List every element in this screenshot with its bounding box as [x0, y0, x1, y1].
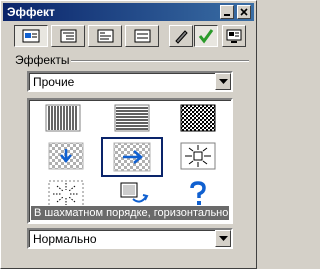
effect-box-out[interactable] — [172, 141, 224, 173]
section-divider — [71, 60, 249, 62]
effect-horizontal-blinds[interactable] — [106, 103, 158, 135]
effect-checkerboard-down[interactable] — [40, 141, 92, 173]
toolbar-button-check[interactable] — [194, 25, 218, 47]
dropdown-arrow-button[interactable] — [215, 230, 231, 247]
dissolve-icon — [180, 104, 216, 132]
toolbar-button-pen[interactable] — [169, 25, 193, 47]
slide-sorter-icon — [60, 29, 77, 43]
vertical-blinds-icon — [45, 104, 81, 132]
slide-layout-icon — [22, 29, 40, 43]
selected-effect-description: В шахматном порядке, горизонтально — [31, 206, 229, 220]
toolbar-button-slide-text[interactable] — [88, 25, 122, 47]
toolbar — [14, 25, 254, 51]
horizontal-blinds-icon — [114, 104, 150, 132]
effect-category-value: Прочие — [33, 75, 75, 89]
speed-select[interactable]: Нормально — [27, 228, 233, 249]
effect-checkerboard-across[interactable] — [101, 137, 163, 177]
toolbar-button-preview[interactable] — [222, 25, 246, 47]
speed-value: Нормально — [33, 232, 97, 246]
toolbar-button-slide-sorter[interactable] — [51, 25, 85, 47]
minimize-button[interactable] — [220, 5, 234, 19]
toolbar-button-slide-layout-alt[interactable] — [125, 25, 159, 47]
pen-tool-icon — [175, 30, 188, 44]
checkerboard-across-icon — [113, 142, 151, 172]
title-bar[interactable]: Эффект — [3, 3, 254, 21]
box-out-icon — [180, 142, 216, 170]
effects-section-label: Эффекты — [15, 53, 70, 67]
slide-layout-alt-icon — [134, 29, 151, 43]
toolbar-button-slide-layout[interactable] — [14, 25, 48, 47]
checkerboard-down-icon — [48, 142, 84, 170]
chevron-down-icon — [219, 79, 228, 84]
effects-gallery: В шахматном порядке, горизонтально — [27, 98, 233, 224]
effect-vertical-blinds[interactable] — [40, 103, 92, 135]
close-button[interactable] — [237, 5, 251, 19]
effect-window: Эффект Эффекты Прочие В шахматном порядк… — [0, 0, 257, 269]
effect-dissolve[interactable] — [172, 103, 224, 135]
dropdown-arrow-button[interactable] — [215, 73, 231, 90]
window-title: Эффект — [7, 5, 55, 19]
effect-category-select[interactable]: Прочие — [27, 71, 233, 92]
preview-screen-icon — [226, 29, 242, 43]
minimize-icon — [224, 14, 230, 16]
chevron-down-icon — [219, 236, 228, 241]
slide-text-icon — [97, 29, 114, 43]
close-icon — [240, 8, 248, 16]
checkmark-icon — [198, 29, 214, 44]
